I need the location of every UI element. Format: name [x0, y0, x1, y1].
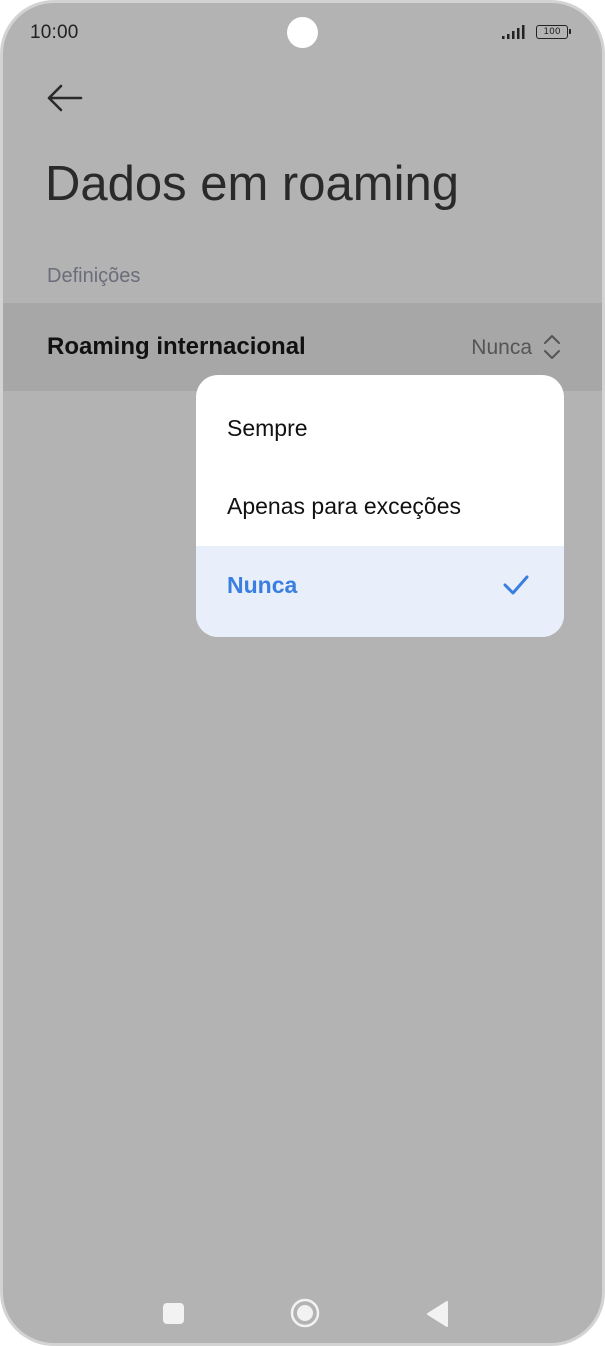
battery-icon: 100 [536, 25, 572, 39]
recents-square-icon[interactable] [163, 1303, 184, 1324]
dropdown-option-excecoes[interactable]: Apenas para exceções [196, 467, 564, 547]
setting-value: Nunca [471, 336, 532, 359]
signal-icon [502, 25, 525, 39]
back-button[interactable] [43, 79, 87, 119]
checkmark-icon [503, 575, 529, 595]
navigation-bar [3, 1283, 602, 1343]
option-label: Apenas para exceções [227, 493, 461, 519]
dropdown-menu: Sempre Apenas para exceções Nunca [196, 375, 564, 637]
status-time: 10:00 [30, 22, 79, 43]
dropdown-option-nunca[interactable]: Nunca [196, 546, 564, 637]
option-label: Nunca [227, 572, 298, 598]
page-title: Dados em roaming [45, 157, 459, 211]
option-label: Sempre [227, 415, 308, 441]
arrow-left-icon [47, 84, 83, 112]
battery-level: 100 [536, 25, 568, 39]
camera-cutout [287, 17, 318, 48]
section-label: Definições [47, 265, 141, 287]
chevron-up-down-icon [544, 335, 560, 359]
dropdown-option-sempre[interactable]: Sempre [196, 389, 564, 469]
phone-screen: 10:00 100 Dados em roaming Definições Ro… [0, 0, 605, 1346]
battery-tip [569, 29, 571, 34]
back-triangle-icon[interactable] [425, 1300, 449, 1328]
status-bar: 10:00 100 [3, 3, 602, 65]
setting-label: Roaming internacional [47, 333, 306, 360]
home-circle-icon[interactable] [289, 1297, 321, 1329]
